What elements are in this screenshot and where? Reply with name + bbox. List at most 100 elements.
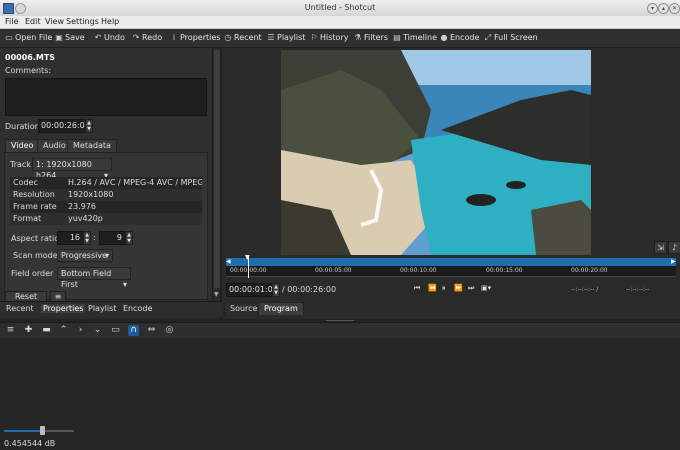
ruler-label: 00:00:15:00 <box>486 267 523 274</box>
skip-next-icon[interactable]: ⏭ <box>468 284 474 293</box>
encode-button[interactable]: ● Encode <box>440 32 480 44</box>
aspect-width-field[interactable]: 16 <box>57 231 84 245</box>
ruler-label: 00:00:10:00 <box>400 267 437 274</box>
timeline-area[interactable]: 0.454544 dB <box>0 338 680 450</box>
timeline-button[interactable]: ▤ Timeline <box>393 32 437 44</box>
history-label: History <box>320 33 349 42</box>
redo-icon: ↷ <box>132 33 140 42</box>
playlist-button[interactable]: ☰ Playlist <box>267 32 305 44</box>
rewind-icon[interactable]: ⏪ <box>428 284 437 292</box>
filters-icon: ⚗ <box>354 33 362 42</box>
info-value: H.264 / AVC / MPEG-4 AVC / MPEG-4 pa... <box>68 178 202 187</box>
ruler-label: 00:00:20:00 <box>571 267 608 274</box>
tab-encode[interactable]: Encode <box>123 304 152 313</box>
info-value: yuv420p <box>68 214 103 223</box>
tab-recent[interactable]: Recent <box>6 304 34 313</box>
aspect-height-field[interactable]: 9 <box>99 231 126 245</box>
track-select[interactable]: 1: 1920x1080 h264 ▾ <box>32 158 112 180</box>
properties-panel: 00006.MTS Comments: Duration 00:00:26:00… <box>0 48 212 303</box>
field-order-value: Bottom Field First <box>61 269 112 289</box>
position-field[interactable]: 00:00:01:05 <box>226 283 278 297</box>
info-value: 1920x1080 <box>68 190 114 199</box>
tab-properties[interactable]: Properties <box>41 304 86 313</box>
info-key: Frame rate <box>13 202 57 211</box>
fullscreen-button[interactable]: ⤢ Full Screen <box>484 32 538 44</box>
ripple-icon[interactable]: ⇔ <box>146 325 157 336</box>
close-button[interactable]: ✕ <box>669 3 680 14</box>
aspect-separator: : <box>93 233 96 242</box>
fullscreen-icon: ⤢ <box>484 33 492 42</box>
append-icon[interactable]: ✚ <box>23 325 34 336</box>
maximize-button[interactable]: ▴ <box>658 3 669 14</box>
ruler-label: 00:00:05:00 <box>315 267 352 274</box>
scan-mode-select[interactable]: Progressive ▾ <box>57 249 113 262</box>
duration-field[interactable]: 00:00:26:00 <box>38 119 90 133</box>
save-button[interactable]: ▣ Save <box>55 32 85 44</box>
media-info-table: Codec H.264 / AVC / MPEG-4 AVC / MPEG-4 p… <box>10 177 202 225</box>
menu-view[interactable]: View <box>45 17 64 26</box>
playhead-handle-icon[interactable]: ▼ <box>245 254 250 261</box>
overwrite-icon[interactable]: › <box>75 325 86 336</box>
info-key: Format <box>13 214 42 223</box>
time-ruler[interactable]: 00:00:00:00 00:00:05:00 00:00:10:00 00:0… <box>226 266 676 277</box>
scrub-icon[interactable]: ◎ <box>164 325 175 336</box>
scrubber-bar[interactable] <box>226 258 676 266</box>
duration-spinner[interactable]: ▲ ▼ <box>85 119 93 133</box>
snap-icon[interactable]: ∩ <box>128 325 139 336</box>
tab-metadata[interactable]: Metadata <box>67 139 117 152</box>
volume-icon[interactable]: ♪ <box>668 241 680 254</box>
aspect-height-spinner[interactable]: ▲ ▼ <box>125 231 133 245</box>
info-key: Resolution <box>13 190 55 199</box>
open-file-button[interactable]: ▭ Open File <box>5 32 52 44</box>
aspect-ratio-label: Aspect ratio <box>11 234 60 243</box>
menu-settings[interactable]: Settings <box>66 17 99 26</box>
chevron-down-icon: ▾ <box>122 280 127 289</box>
zoom-icon[interactable]: ⇲ <box>654 241 667 254</box>
grid-menu-icon[interactable]: ▣▾ <box>481 284 491 292</box>
split-icon[interactable]: ▭ <box>110 325 121 336</box>
menu-icon[interactable]: ≡ <box>5 325 16 336</box>
position-spinner[interactable]: ▲ ▼ <box>272 283 280 297</box>
pause-icon[interactable]: ⏸ <box>442 284 446 293</box>
properties-icon: i <box>172 33 176 42</box>
zoom-slider-handle[interactable] <box>40 426 45 435</box>
field-order-select[interactable]: Bottom Field First ▾ <box>57 267 131 289</box>
menu-edit[interactable]: Edit <box>25 17 41 26</box>
zoom-slider-track[interactable] <box>44 430 74 432</box>
out-marker-icon[interactable]: ▶ <box>671 258 676 265</box>
scroll-down-icon[interactable]: ▼ <box>214 291 219 298</box>
info-row: Frame rate 23.976 <box>10 201 202 213</box>
recent-button[interactable]: ◷ Recent <box>224 32 262 44</box>
comments-field[interactable] <box>5 78 207 116</box>
aspect-width-spinner[interactable]: ▲ ▼ <box>83 231 91 245</box>
encode-icon: ● <box>440 33 448 42</box>
history-button[interactable]: ⚐ History <box>310 32 348 44</box>
save-label: Save <box>65 33 85 42</box>
tab-playlist[interactable]: Playlist <box>88 304 116 313</box>
playlist-label: Playlist <box>277 33 306 42</box>
properties-button[interactable]: i Properties <box>170 32 221 44</box>
minimize-button[interactable]: ▾ <box>647 3 658 14</box>
info-value: 23.976 <box>68 202 96 211</box>
remove-icon[interactable]: ▬ <box>41 325 52 336</box>
chevron-down-icon: ▾ <box>104 251 109 260</box>
playlist-icon: ☰ <box>267 33 275 42</box>
fast-forward-icon[interactable]: ⏩ <box>454 284 463 292</box>
menu-bar: File Edit View Settings Help <box>0 16 680 29</box>
menu-file[interactable]: File <box>5 17 18 26</box>
player-panel: ⇲ ♪ ◀ ▶ 00:00:00:00 00:00:05:00 00:00:10… <box>222 48 680 319</box>
in-marker-icon[interactable]: ◀ <box>226 258 231 265</box>
tab-program[interactable]: Program <box>258 302 304 315</box>
timeline-toolbar: ≡ ✚ ▬ ⌃ › ⌄ ▭ ∩ ⇔ ◎ <box>0 322 680 339</box>
tab-video[interactable]: Video <box>5 139 40 152</box>
undo-icon: ↶ <box>94 33 102 42</box>
menu-help[interactable]: Help <box>101 17 119 26</box>
lift-icon[interactable]: ⌃ <box>58 325 69 336</box>
down-icon[interactable]: ⌄ <box>92 325 103 336</box>
redo-button[interactable]: ↷ Redo <box>132 32 162 44</box>
filters-label: Filters <box>364 33 388 42</box>
undo-button[interactable]: ↶ Undo <box>94 32 125 44</box>
skip-previous-icon[interactable]: ⏮ <box>414 284 420 293</box>
filters-button[interactable]: ⚗ Filters <box>354 32 388 44</box>
recent-label: Recent <box>234 33 262 42</box>
